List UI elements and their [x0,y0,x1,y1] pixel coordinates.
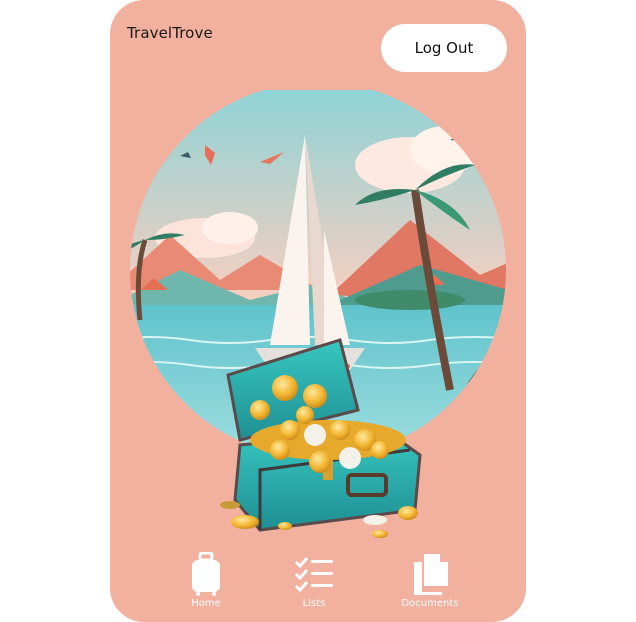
hero-illustration [130,90,506,538]
luggage-icon [192,552,220,596]
checklist-icon [294,557,333,593]
app-screen: TravelTrove Log Out Home Lists Documents [110,0,526,622]
nav-home[interactable]: Home [161,548,251,618]
logout-button[interactable]: Log Out [381,24,507,72]
nav-home-label: Home [191,598,221,609]
bottom-nav: Home Lists Documents [110,548,526,622]
documents-icon [414,554,448,595]
app-title: TravelTrove [127,24,213,42]
nav-lists[interactable]: Lists [269,548,359,618]
nav-documents[interactable]: Documents [385,548,475,618]
nav-lists-label: Lists [302,598,326,609]
nav-documents-label: Documents [401,598,459,609]
